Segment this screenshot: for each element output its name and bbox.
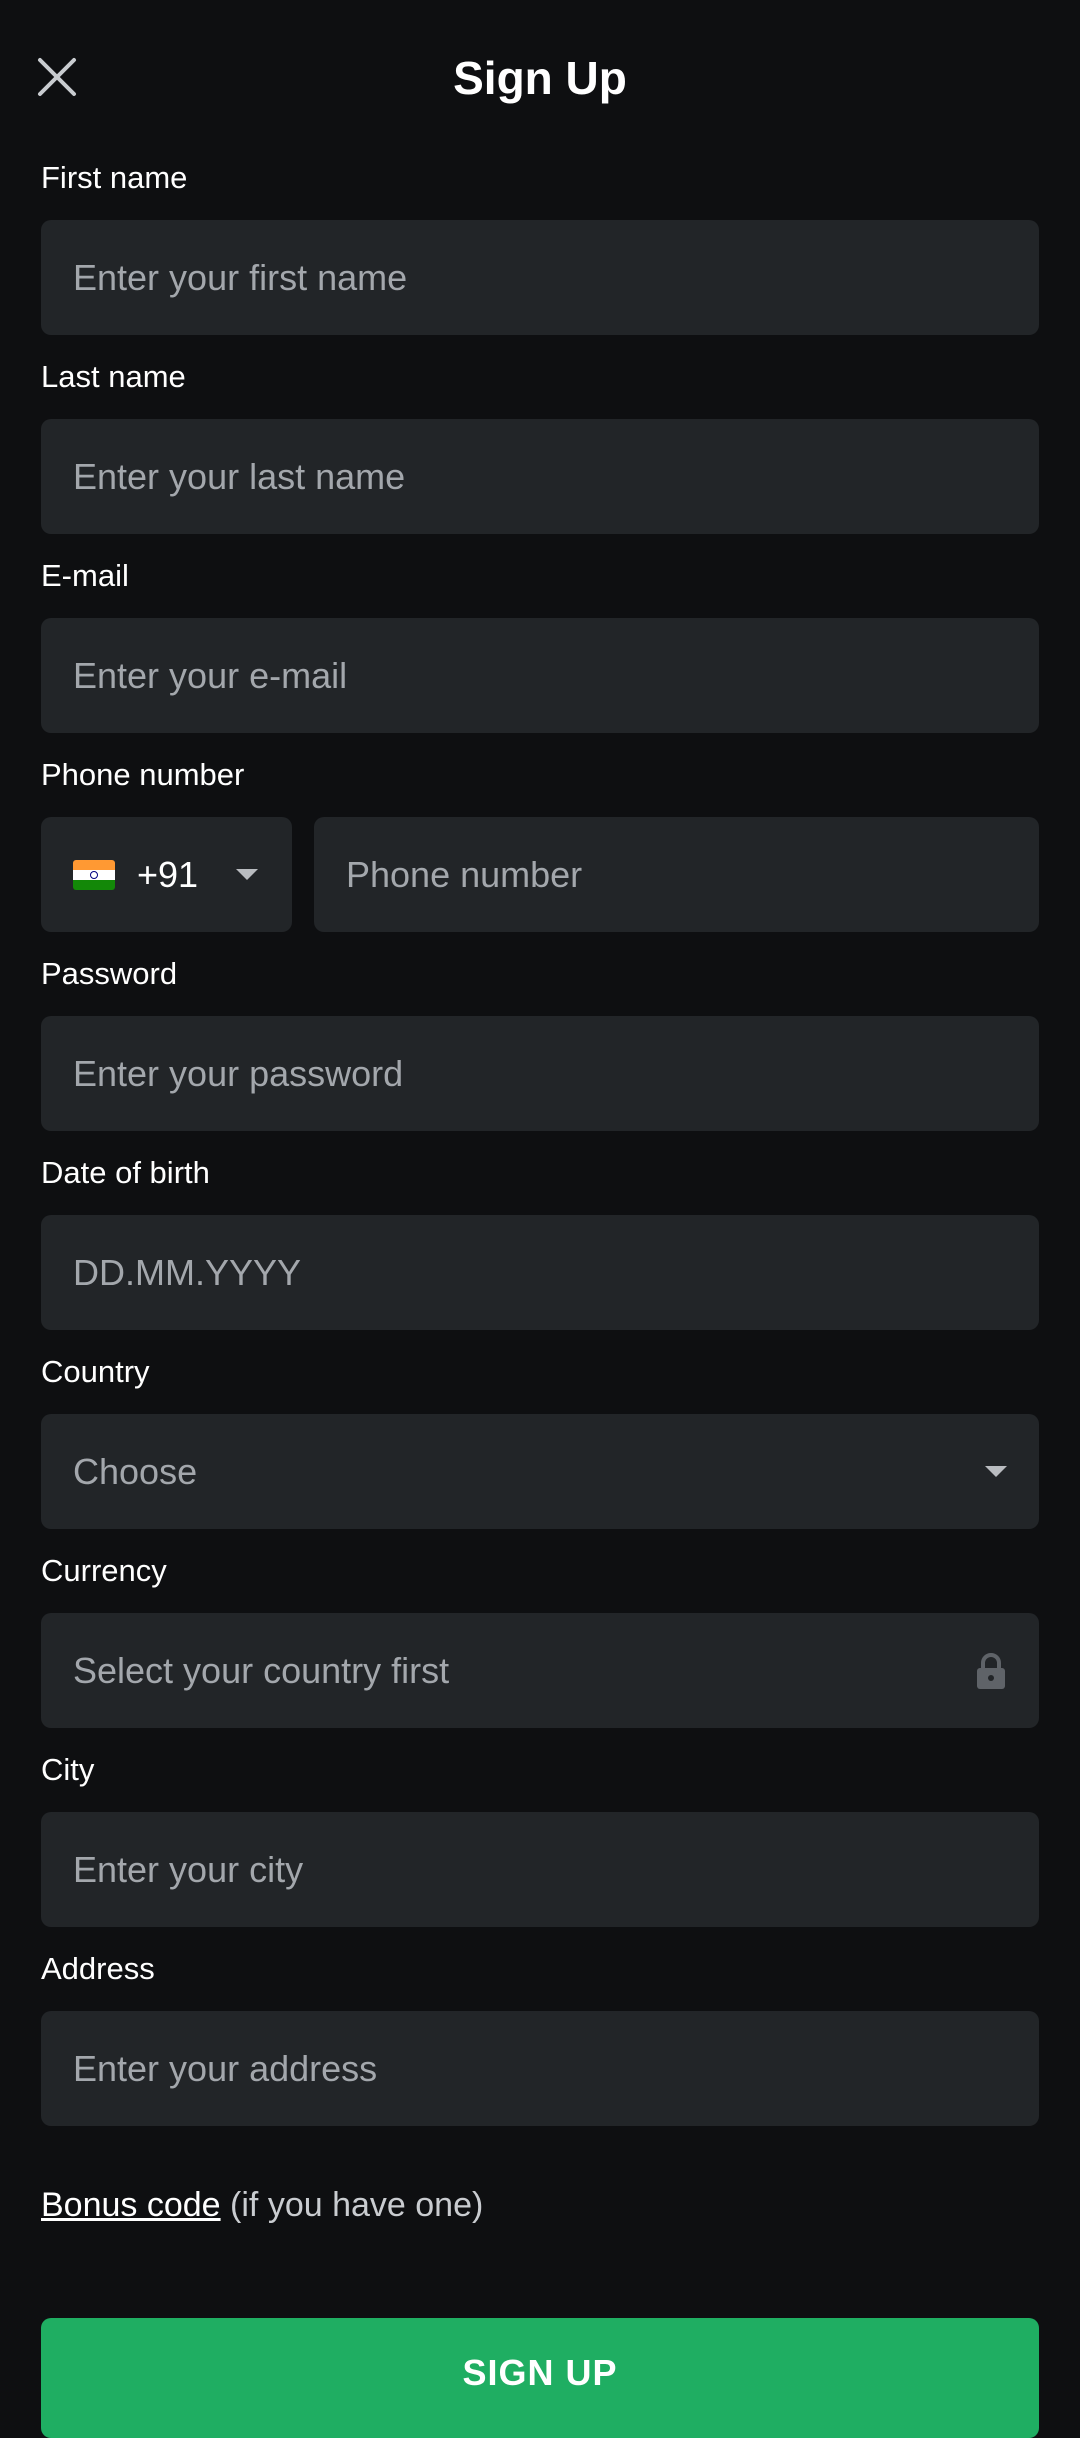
password-input-box[interactable]: [41, 1016, 1039, 1131]
address-label: Address: [41, 1951, 155, 1986]
bonus-code-link[interactable]: Bonus code: [41, 2186, 221, 2224]
chevron-down-icon: [236, 869, 259, 880]
dob-input[interactable]: [73, 1251, 1007, 1294]
last-name-field: Last name: [41, 357, 1039, 534]
dob-label: Date of birth: [41, 1155, 210, 1190]
phone-row: +91: [41, 817, 1039, 932]
country-code: +91: [137, 853, 199, 895]
country-select[interactable]: Choose: [41, 1414, 1039, 1529]
bonus-code-row: Bonus code (if you have one): [41, 2180, 483, 2230]
india-flag-icon: [73, 859, 115, 890]
currency-label: Currency: [41, 1553, 167, 1588]
bonus-code-hint: (if you have one): [230, 2186, 484, 2224]
city-field: City: [41, 1750, 1039, 1927]
currency-select-value: Select your country first: [73, 1649, 450, 1691]
country-select-value: Choose: [73, 1450, 198, 1492]
city-input-box[interactable]: [41, 1812, 1039, 1927]
first-name-input-box[interactable]: [41, 220, 1039, 335]
country-label: Country: [41, 1354, 150, 1389]
dob-field: Date of birth: [41, 1153, 1039, 1330]
last-name-input[interactable]: [73, 455, 1007, 498]
country-field: Country Choose: [41, 1352, 1039, 1529]
phone-input[interactable]: [346, 853, 1007, 896]
lock-icon: [977, 1652, 1005, 1689]
country-code-selector[interactable]: +91: [41, 817, 292, 932]
currency-select[interactable]: Select your country first: [41, 1613, 1039, 1728]
first-name-input[interactable]: [73, 256, 1007, 299]
city-label: City: [41, 1752, 95, 1787]
phone-field: Phone number +91: [41, 755, 1039, 932]
email-field: E-mail: [41, 556, 1039, 733]
phone-input-box[interactable]: [314, 817, 1039, 932]
currency-field: Currency Select your country first: [41, 1551, 1039, 1728]
first-name-field: First name: [41, 158, 1039, 335]
phone-label: Phone number: [41, 757, 245, 792]
last-name-label: Last name: [41, 359, 186, 394]
password-field: Password: [41, 954, 1039, 1131]
header: Sign Up: [0, 0, 1080, 160]
email-input-box[interactable]: [41, 618, 1039, 733]
sign-up-button[interactable]: SIGN UP: [41, 2318, 1039, 2438]
city-input[interactable]: [73, 1848, 1007, 1891]
address-input[interactable]: [73, 2047, 1007, 2090]
email-input[interactable]: [73, 654, 1007, 697]
last-name-input-box[interactable]: [41, 419, 1039, 534]
first-name-label: First name: [41, 160, 188, 195]
dob-input-box[interactable]: [41, 1215, 1039, 1330]
chevron-down-icon: [985, 1466, 1007, 1477]
page-title: Sign Up: [453, 52, 627, 104]
address-field: Address: [41, 1949, 1039, 2126]
address-input-box[interactable]: [41, 2011, 1039, 2126]
password-input[interactable]: [73, 1052, 1007, 1095]
password-label: Password: [41, 956, 178, 991]
email-label: E-mail: [41, 558, 129, 593]
